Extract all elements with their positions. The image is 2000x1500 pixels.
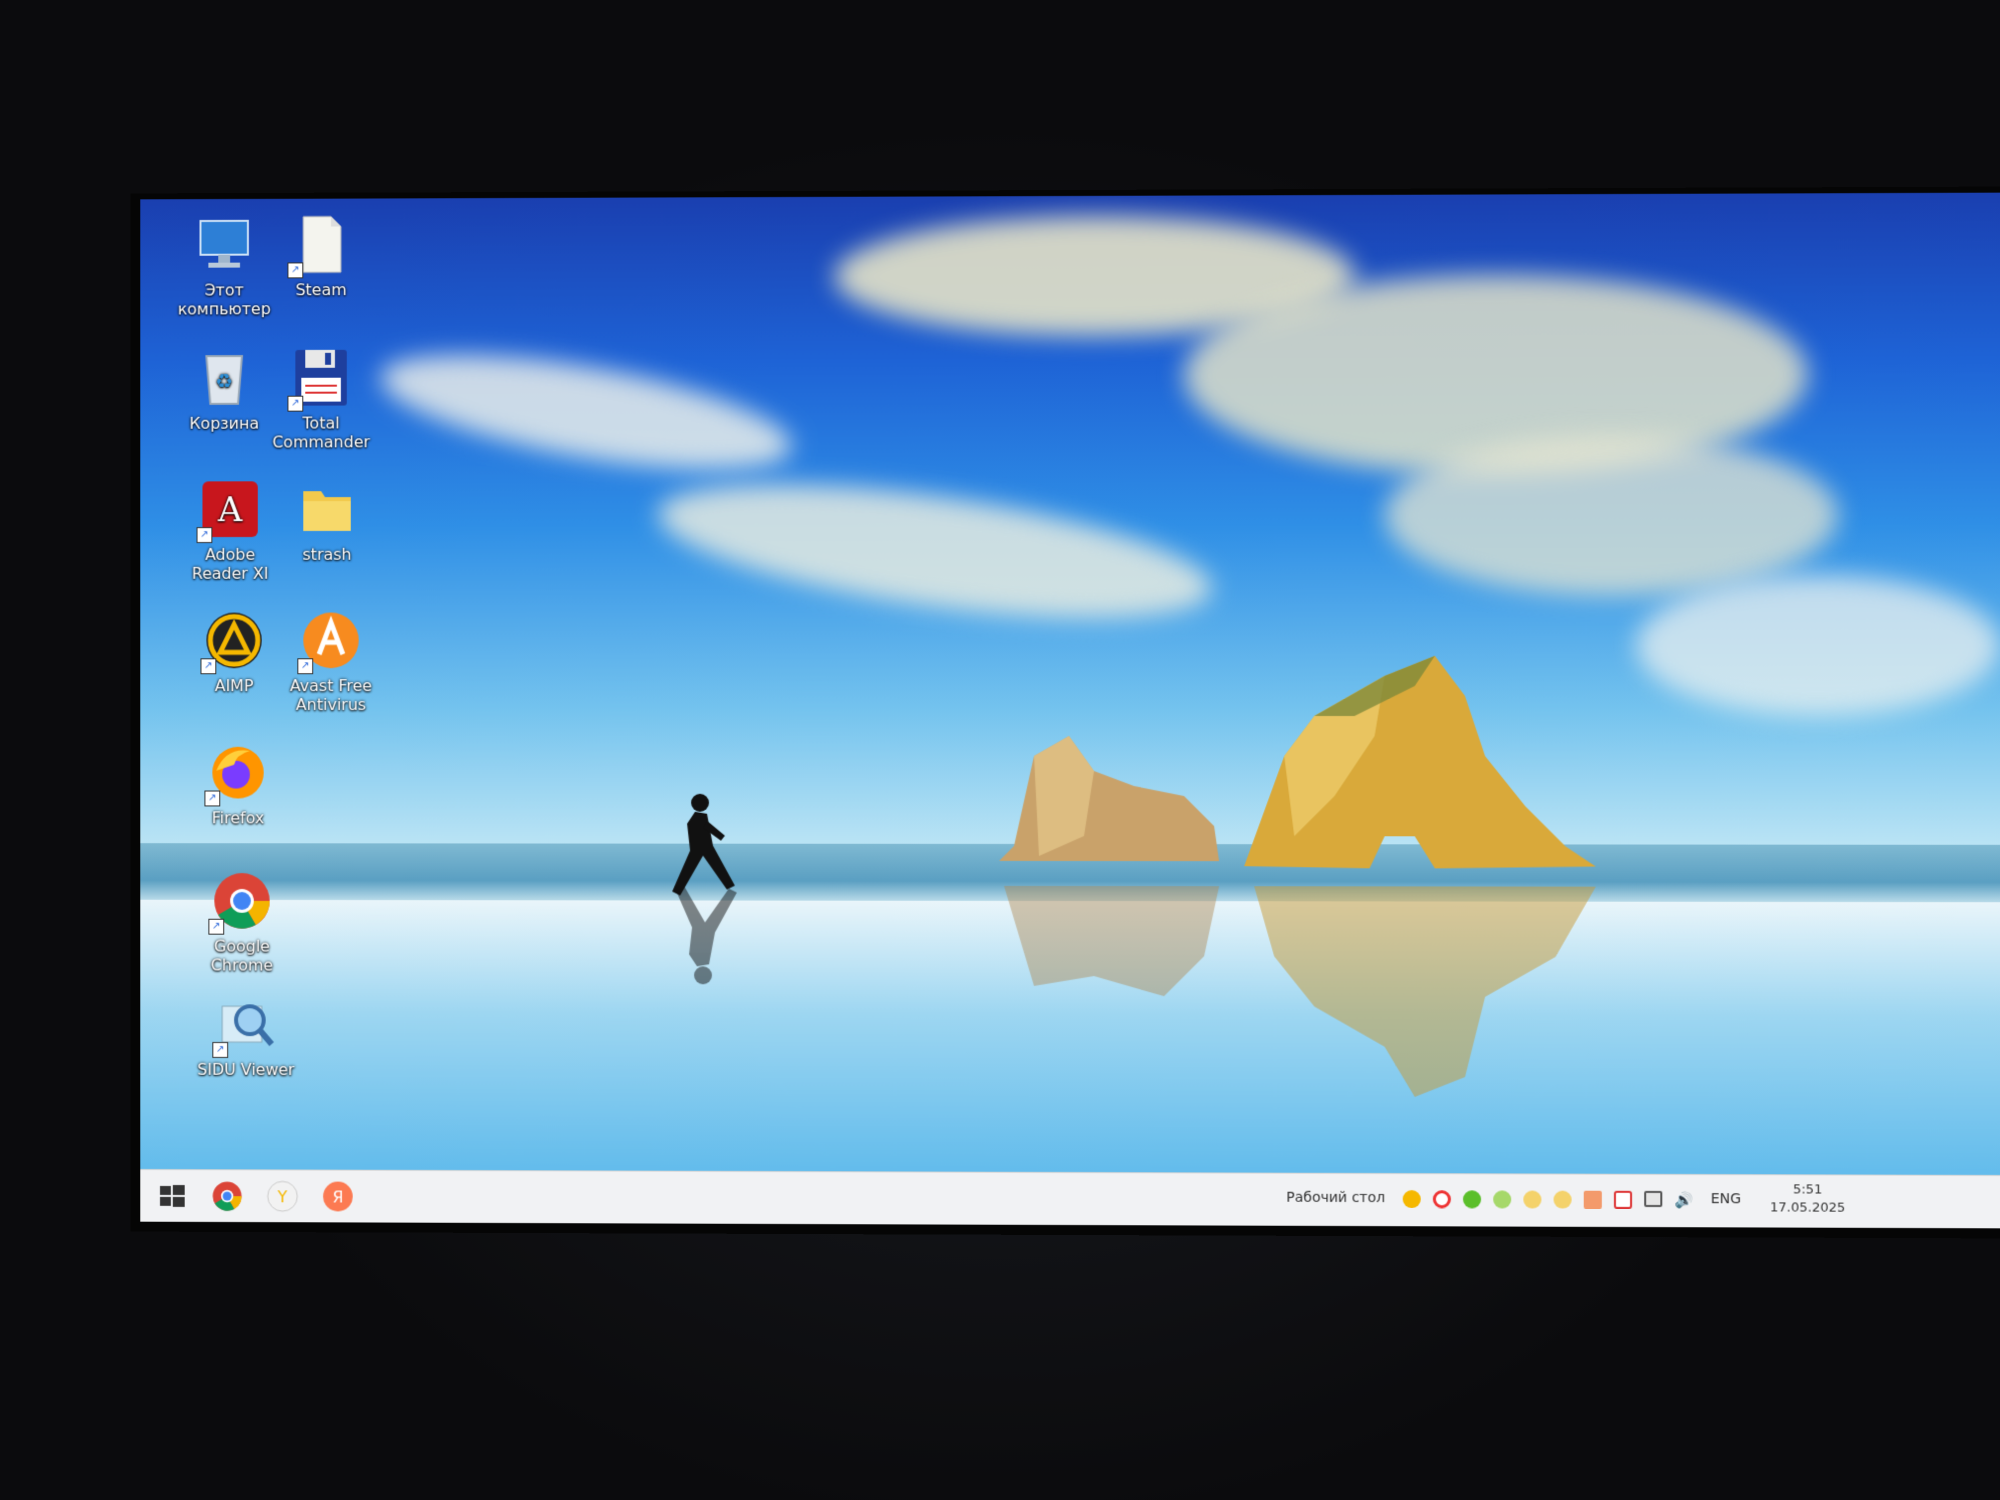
tray-opera-icon[interactable] (1433, 1190, 1451, 1208)
clock-date: 17.05.2025 (1757, 1199, 1858, 1217)
folder-icon (295, 477, 358, 541)
desktop-icon-avast[interactable]: ↗ Avast Free Antivirus (277, 608, 386, 713)
desktop-icon-label: Steam (296, 280, 347, 299)
windows-start-icon (154, 1178, 190, 1214)
tray-shield-icon[interactable] (1614, 1191, 1632, 1209)
tray-aimp-icon[interactable] (1403, 1190, 1421, 1208)
steam-file-icon: ↗ (289, 213, 352, 277)
chrome-icon: ↗ (210, 869, 273, 933)
monitor: Этот компьютер ↗ Steam ♻ Корзина ↗ Total… (130, 187, 2000, 1239)
desktop-icon-google-chrome[interactable]: ↗ Google Chrome (188, 869, 297, 975)
yandex-icon: Я (320, 1179, 356, 1215)
tray-network-icon[interactable] (1644, 1191, 1662, 1207)
desktop-icon-adobe-reader[interactable]: A ↗ Adobe Reader XI (176, 477, 285, 583)
aimp-icon: ↗ (202, 609, 265, 673)
shortcut-arrow-icon: ↗ (200, 658, 216, 674)
wallpaper-rocks (140, 193, 2000, 1229)
desktop-icon-label: strash (303, 545, 352, 564)
taskbar-yandex-button[interactable]: Я (320, 1179, 356, 1215)
desktop-icon-label: Корзина (189, 414, 259, 433)
chrome-icon (209, 1178, 245, 1214)
taskbar-yandex-browser-button[interactable]: Y (265, 1178, 301, 1214)
desktop-icon-total-commander[interactable]: ↗ Total Commander (267, 346, 376, 452)
clock-time: 5:51 (1757, 1181, 1858, 1199)
tray-speaker-warning-icon[interactable] (1584, 1191, 1602, 1209)
tray-volume-icon[interactable]: 🔊 (1674, 1191, 1692, 1209)
svg-text:Y: Y (277, 1187, 288, 1206)
desktop-icon-label: Total Commander (272, 414, 370, 452)
desktop-icon-label: Google Chrome (211, 937, 273, 975)
language-indicator[interactable]: ENG (1711, 1191, 1741, 1207)
desktop-icon-label: SIDU Viewer (197, 1060, 294, 1079)
desktop-toolbar-label[interactable]: Рабочий стол (1286, 1190, 1385, 1206)
recycle-bin-icon: ♻ (193, 346, 256, 410)
desktop-icon-recycle-bin[interactable]: ♻ Корзина (170, 346, 279, 433)
shortcut-arrow-icon: ↗ (204, 791, 220, 807)
taskbar-chrome-button[interactable] (209, 1178, 245, 1214)
desktop-screen: Этот компьютер ↗ Steam ♻ Корзина ↗ Total… (140, 193, 2000, 1229)
taskbar-clock[interactable]: 5:51 17.05.2025 (1757, 1181, 1858, 1218)
tray-app-icon[interactable] (1493, 1190, 1511, 1208)
floppy-disk-icon: ↗ (289, 346, 352, 410)
svg-text:♻: ♻ (215, 370, 233, 393)
shortcut-arrow-icon: ↗ (287, 396, 303, 412)
tray-yandex-icon[interactable] (1554, 1191, 1572, 1209)
desktop-icon-this-pc[interactable]: Этот компьютер (170, 213, 279, 319)
shortcut-arrow-icon: ↗ (287, 262, 303, 278)
shortcut-arrow-icon: ↗ (212, 1042, 228, 1058)
adobe-reader-icon: A ↗ (199, 477, 262, 541)
desktop-icon-label: AIMP (215, 676, 254, 695)
shortcut-arrow-icon: ↗ (197, 527, 213, 543)
taskbar: Y Я Рабочий стол 🔊 ENG 5:51 17.05.2025 (140, 1169, 2000, 1228)
desktop-icon-steam[interactable]: ↗ Steam (267, 212, 376, 299)
desktop-icon-label: Avast Free Antivirus (290, 676, 372, 714)
start-button[interactable] (154, 1178, 190, 1214)
yandex-browser-icon: Y (265, 1178, 301, 1214)
svg-text:A: A (217, 490, 243, 529)
shortcut-arrow-icon: ↗ (297, 658, 313, 674)
svg-text:Я: Я (332, 1187, 343, 1206)
this-pc-icon (193, 213, 256, 277)
tray-yandex-icon[interactable] (1523, 1191, 1541, 1209)
magnifier-icon: ↗ (214, 992, 277, 1056)
tray-utorrent-icon[interactable] (1463, 1190, 1481, 1208)
desktop-icon-sidu-viewer[interactable]: ↗ SIDU Viewer (192, 992, 301, 1079)
desktop-icon-firefox[interactable]: ↗ Firefox (184, 741, 293, 828)
avast-icon: ↗ (299, 609, 362, 673)
desktop-icon-label: Firefox (212, 808, 264, 827)
desktop-icon-label: Этот компьютер (178, 281, 271, 319)
firefox-icon: ↗ (206, 741, 269, 805)
shortcut-arrow-icon: ↗ (208, 919, 224, 935)
desktop-icon-strash[interactable]: strash (273, 477, 382, 564)
desktop-icon-label: Adobe Reader XI (192, 545, 268, 583)
desktop-icon-aimp[interactable]: ↗ AIMP (180, 609, 289, 696)
